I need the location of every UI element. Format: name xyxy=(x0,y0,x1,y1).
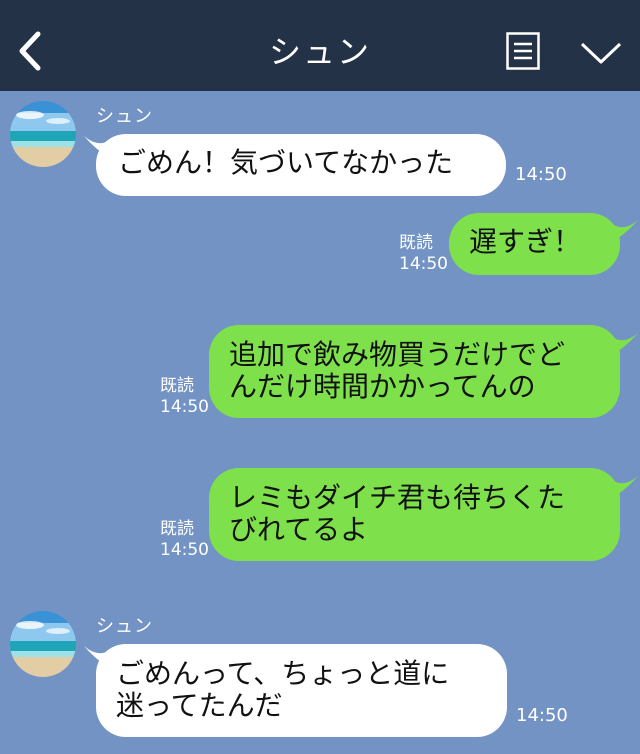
message-bubble[interactable]: ごめん！気づいてなかった xyxy=(96,134,506,196)
sender-name: シュン xyxy=(96,616,153,637)
sender-name: シュン xyxy=(96,106,153,127)
message-text: んだけ時間かかってんの xyxy=(229,370,536,403)
chat-header: シュン xyxy=(0,0,640,91)
message-bubble[interactable]: 遅すぎ！ xyxy=(449,213,620,275)
message-text: ごめん！気づいてなかった xyxy=(118,146,454,179)
read-status: 既読 14:50 xyxy=(160,519,209,561)
read-label: 既読 xyxy=(399,233,433,253)
timestamp: 14:50 xyxy=(160,397,209,417)
message-bubble[interactable]: ごめんって、ちょっと道に 迷ってたんだ xyxy=(96,644,507,737)
beach-avatar-icon xyxy=(10,611,76,677)
beach-avatar-icon xyxy=(10,101,76,167)
timestamp: 14:50 xyxy=(516,705,568,726)
message-text: びれてるよ xyxy=(229,513,369,546)
chat-title: シュン xyxy=(268,33,371,71)
menu-list-icon[interactable] xyxy=(506,32,540,70)
read-status: 既読 14:50 xyxy=(399,233,448,275)
avatar[interactable] xyxy=(10,611,76,677)
chevron-down-icon[interactable] xyxy=(580,40,622,66)
timestamp: 14:50 xyxy=(160,540,209,560)
read-label: 既読 xyxy=(160,376,194,396)
message-text: ごめんって、ちょっと道に xyxy=(116,657,450,690)
message-text: レミもダイチ君も待ちくた xyxy=(229,481,566,514)
message-text: 追加で飲み物買うだけでど xyxy=(229,338,566,371)
message-text: 遅すぎ！ xyxy=(469,225,582,258)
message-bubble[interactable]: 追加で飲み物買うだけでど んだけ時間かかってんの xyxy=(209,325,620,418)
avatar[interactable] xyxy=(10,101,76,167)
message-text: 迷ってたんだ xyxy=(116,689,283,722)
read-status: 既読 14:50 xyxy=(160,376,209,418)
read-label: 既読 xyxy=(160,519,194,539)
message-bubble[interactable]: レミもダイチ君も待ちくた びれてるよ xyxy=(209,468,620,561)
timestamp: 14:50 xyxy=(399,254,448,274)
timestamp: 14:50 xyxy=(515,164,567,185)
